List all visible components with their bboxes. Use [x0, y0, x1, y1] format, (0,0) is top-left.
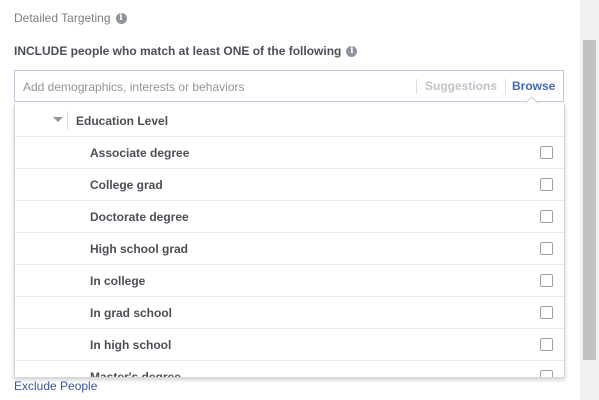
scrollbar-thumb[interactable]	[583, 40, 596, 360]
suggestions-link[interactable]: Suggestions	[425, 79, 497, 93]
detailed-targeting-panel: Detailed Targeting i INCLUDE people who …	[0, 0, 580, 400]
divider	[67, 111, 68, 130]
option-label: Master's degree	[90, 370, 181, 378]
page-scrollbar[interactable]	[580, 0, 599, 400]
option-label: In high school	[90, 338, 172, 352]
info-icon[interactable]: i	[346, 45, 358, 57]
option-checkbox[interactable]	[540, 274, 553, 287]
option-checkbox[interactable]	[540, 178, 553, 191]
section-title-text: Detailed Targeting	[14, 11, 111, 25]
group-header-education-level[interactable]: Education Level	[15, 104, 564, 137]
list-item[interactable]: College grad	[15, 169, 564, 201]
option-label: In grad school	[90, 306, 173, 320]
browse-dropdown: Education Level Associate degree College …	[14, 104, 565, 378]
option-label: Associate degree	[90, 146, 190, 160]
option-checkbox[interactable]	[540, 146, 553, 159]
option-checkbox[interactable]	[540, 338, 553, 351]
section-title: Detailed Targeting i	[14, 11, 127, 25]
divider	[416, 79, 417, 94]
info-icon[interactable]: i	[115, 12, 127, 24]
list-item[interactable]: Master's degree	[15, 361, 564, 378]
option-label: College grad	[90, 178, 163, 192]
exclude-people-link[interactable]: Exclude People	[14, 379, 97, 393]
include-label-text: INCLUDE people who match at least ONE of…	[14, 44, 342, 58]
option-checkbox[interactable]	[540, 242, 553, 255]
list-item[interactable]: In high school	[15, 329, 564, 361]
list-item[interactable]: In grad school	[15, 297, 564, 329]
group-label: Education Level	[76, 114, 169, 128]
browse-link[interactable]: Browse	[512, 79, 555, 93]
targeting-search-box: Suggestions Browse	[14, 70, 564, 109]
option-label: High school grad	[90, 242, 189, 256]
include-label: INCLUDE people who match at least ONE of…	[14, 44, 358, 58]
option-checkbox[interactable]	[540, 210, 553, 223]
divider	[505, 79, 506, 94]
collapse-arrow-icon[interactable]	[53, 117, 63, 122]
list-item[interactable]: High school grad	[15, 233, 564, 265]
option-label: In college	[90, 274, 146, 288]
targeting-search-input[interactable]	[15, 71, 425, 103]
option-list: Associate degree College grad Doctorate de…	[15, 137, 564, 378]
option-label: Doctorate degree	[90, 210, 189, 224]
list-item[interactable]: In college	[15, 265, 564, 297]
option-checkbox[interactable]	[540, 306, 553, 319]
list-item[interactable]: Associate degree	[15, 137, 564, 169]
option-checkbox[interactable]	[540, 370, 553, 377]
list-item[interactable]: Doctorate degree	[15, 201, 564, 233]
